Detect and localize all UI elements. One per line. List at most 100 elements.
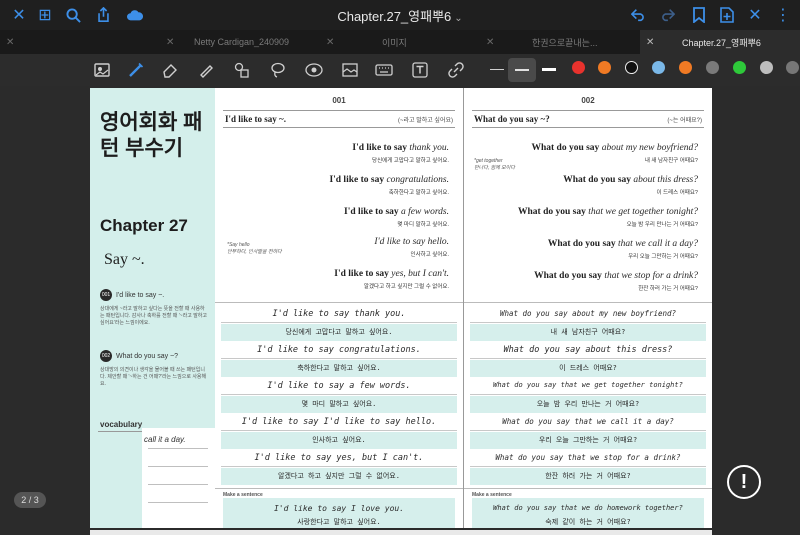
tab-close-icon[interactable]: ✕: [646, 37, 654, 48]
pattern-001-column: 001 I'd like to say ~. (~라고 말하고 싶어요) I'd…: [215, 88, 463, 528]
make-sentence-box[interactable]: What do you say that we do homework toge…: [472, 498, 704, 528]
make-sentence-handwriting: I'd like to say I love you.: [273, 504, 405, 513]
share-icon[interactable]: [92, 4, 114, 26]
color-swatch-orange2[interactable]: [679, 61, 692, 74]
practice-row[interactable]: 당신에게 고맙다고 말하고 싶어요.: [221, 324, 457, 341]
section-divider: [215, 302, 463, 303]
pattern-1-label: I'd like to say ~.: [116, 291, 165, 299]
tab-image[interactable]: ✕ 이미지: [320, 30, 480, 54]
scan-icon[interactable]: [92, 60, 112, 80]
color-swatch-dark[interactable]: [786, 61, 799, 74]
add-page-icon[interactable]: [716, 4, 738, 26]
vocab-line: [148, 448, 208, 449]
pattern-header-en: What do you say ~?: [474, 114, 550, 124]
practice-row[interactable]: 한잔 하러 가는 거 어때요?: [470, 468, 706, 485]
make-sentence-handwriting-ko: 숙제 같이 하는 거 어때요?: [545, 518, 631, 526]
practice-row[interactable]: I'd like to say I'd like to say hello.: [221, 414, 457, 431]
tab-close-icon[interactable]: ✕: [166, 37, 174, 48]
handwriting: What do you say that we call it a day?: [502, 417, 674, 426]
example-sentence-5-ko: 알겠다고 하고 싶지만 그럴 수 없어요.: [363, 284, 449, 290]
grid-icon[interactable]: ⊞: [34, 4, 56, 26]
practice-row[interactable]: What do you say that we get together ton…: [470, 378, 706, 395]
cloud-icon[interactable]: [124, 4, 146, 26]
practice-row[interactable]: I'd like to say thank you.: [221, 306, 457, 323]
practice-row[interactable]: I'd like to say yes, but I can't.: [221, 450, 457, 467]
vocab-line: [148, 466, 208, 467]
practice-row[interactable]: What do you say that we call it a day?: [470, 414, 706, 431]
practice-row[interactable]: 내 새 남자친구 어때요?: [470, 324, 706, 341]
keyboard-icon[interactable]: [374, 60, 394, 80]
bookmark-icon[interactable]: [688, 4, 710, 26]
tab-close-icon[interactable]: ✕: [6, 37, 14, 48]
link-icon[interactable]: [446, 60, 466, 80]
redo-icon[interactable]: [656, 4, 678, 26]
example-sentence-3: I'd like to say a few words.: [344, 207, 449, 217]
color-swatch-lightblue[interactable]: [652, 61, 665, 74]
practice-row[interactable]: 알겠다고 하고 싶지만 그럴 수 없어요.: [221, 468, 457, 485]
tab-label: 한권으로끝내는...: [532, 37, 598, 48]
tab-close-icon[interactable]: ✕: [326, 37, 334, 48]
example-sentence-5: What do you say that we stop for a drink…: [534, 271, 698, 281]
pattern-header: What do you say ~? (~는 어때요?): [472, 110, 704, 128]
color-swatch-black[interactable]: [625, 61, 638, 74]
color-swatch-gray[interactable]: [706, 61, 719, 74]
practice-row[interactable]: I'd like to say a few words.: [221, 378, 457, 395]
handwriting: 내 새 남자친구 어때요?: [550, 328, 626, 336]
tab-close-icon[interactable]: ✕: [486, 37, 494, 48]
practice-row[interactable]: What do you say that we stop for a drink…: [470, 450, 706, 467]
example-sentence-1: I'd like to say thank you.: [352, 143, 449, 153]
thin-line-tool[interactable]: [490, 69, 504, 70]
practice-row[interactable]: 몇 마디 말하고 싶어요.: [221, 396, 457, 413]
lasso-icon[interactable]: [268, 60, 288, 80]
tab-label: 이미지: [382, 37, 407, 48]
undo-icon[interactable]: [628, 4, 650, 26]
pattern-number: 002: [581, 96, 595, 105]
notebook-page[interactable]: 영어회화 패턴 부수기 Chapter 27 Say ~. 001 I'd lik…: [90, 88, 712, 528]
handwriting: I'd like to say yes, but I can't.: [254, 453, 424, 463]
practice-row[interactable]: I'd like to say congratulations.: [221, 342, 457, 359]
pattern-header-en: I'd like to say ~.: [225, 114, 286, 124]
more-icon[interactable]: ⋮: [772, 4, 794, 26]
practice-row[interactable]: What do you say about my new boyfriend?: [470, 306, 706, 323]
close-window-icon[interactable]: ✕: [744, 4, 766, 26]
title-bar: ✕ ⊞ Chapter.27_영패뿌6 ⌄ ✕ ⋮: [0, 0, 800, 30]
practice-row[interactable]: 인사하고 싶어요.: [221, 432, 457, 449]
image-icon[interactable]: [340, 60, 360, 80]
tab-netty-cardigan[interactable]: ✕ Netty Cardigan_240909: [160, 30, 320, 54]
pattern-1-description: 상대에게 ~라고 말하고 싶다는 뜻을 전할 때 사용하는 패턴입니다. 감사나…: [100, 306, 207, 326]
handwriting: 한잔 하러 가는 거 어때요?: [545, 472, 631, 480]
thick-line-tool[interactable]: [542, 68, 556, 71]
vocab-handwriting: call it a day.: [144, 435, 186, 444]
eraser-icon[interactable]: [160, 60, 180, 80]
page-indicator[interactable]: 2 / 3: [14, 492, 46, 508]
practice-row[interactable]: What do you say about this dress?: [470, 342, 706, 359]
medium-line-tool[interactable]: [508, 58, 536, 82]
practice-row[interactable]: 오늘 밤 우리 만나는 거 어때요?: [470, 396, 706, 413]
close-icon[interactable]: ✕: [8, 4, 30, 26]
pattern-2-heading: 002 What do you say ~?: [100, 350, 178, 362]
color-swatch-green[interactable]: [733, 61, 746, 74]
example-sentence-4-ko: 인사하고 싶어요.: [410, 252, 449, 258]
color-swatch-lightgray[interactable]: [760, 61, 773, 74]
info-button[interactable]: !: [727, 465, 761, 499]
shapes-icon[interactable]: [232, 60, 252, 80]
text-icon[interactable]: [410, 60, 430, 80]
example-sentence-2: What do you say about this dress?: [563, 175, 698, 185]
practice-row[interactable]: 우리 오늘 그만하는 거 어때요?: [470, 432, 706, 449]
tab-0[interactable]: ✕: [0, 30, 160, 54]
pen-icon[interactable]: [126, 60, 146, 80]
practice-row[interactable]: 이 드레스 어때요?: [470, 360, 706, 377]
highlighter-icon[interactable]: [196, 60, 216, 80]
document-title[interactable]: Chapter.27_영패뿌6 ⌄: [300, 6, 500, 25]
example-sentence-5: I'd like to say yes, but I can't.: [334, 269, 449, 279]
laser-icon[interactable]: [304, 60, 324, 80]
tab-chapter27[interactable]: ✕ Chapter.27_영패뿌6: [640, 30, 800, 54]
handwriting: 우리 오늘 그만하는 거 어때요?: [538, 436, 638, 444]
color-swatch-orange[interactable]: [598, 61, 611, 74]
color-swatch-red[interactable]: [572, 61, 585, 74]
search-icon[interactable]: [62, 4, 84, 26]
tab-book[interactable]: ✕ 한권으로끝내는...: [480, 30, 640, 54]
make-sentence-box[interactable]: I'd like to say I love you. 사랑한다고 말하고 싶어…: [223, 498, 455, 528]
document-area[interactable]: 영어회화 패턴 부수기 Chapter 27 Say ~. 001 I'd lik…: [0, 86, 800, 535]
practice-row[interactable]: 축하한다고 말하고 싶어요.: [221, 360, 457, 377]
